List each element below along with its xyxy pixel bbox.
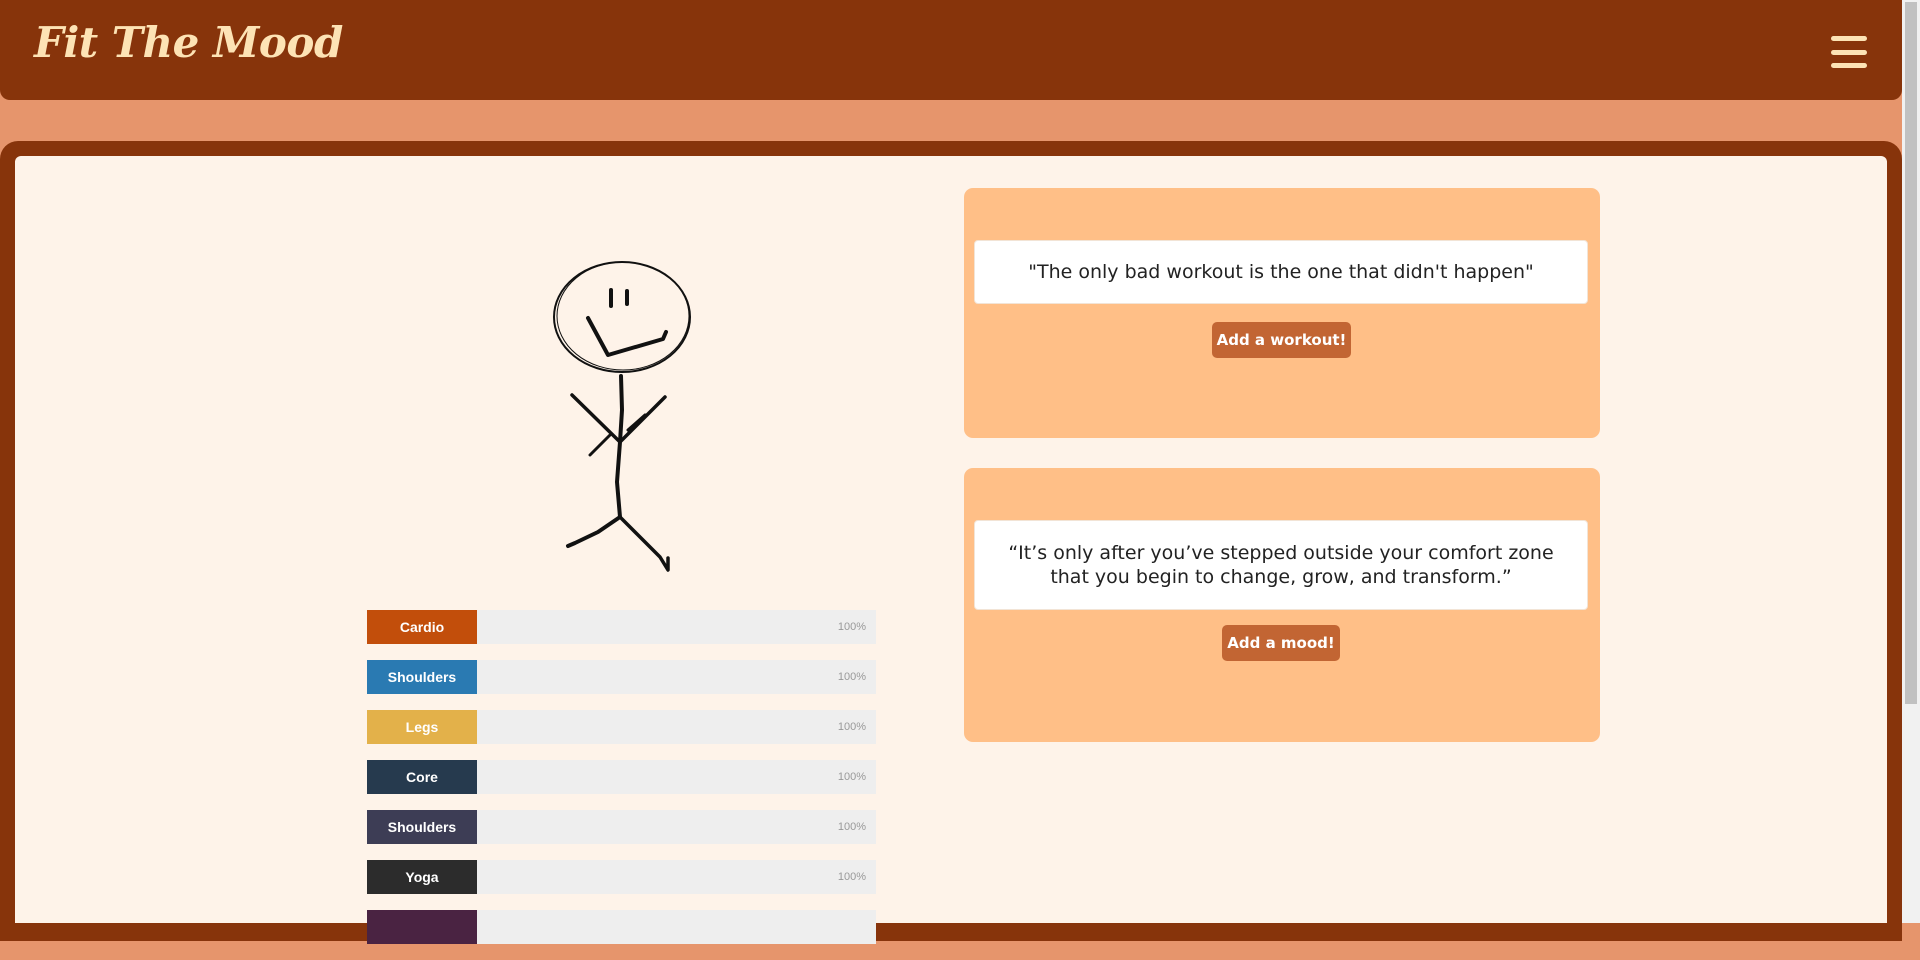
mood-card: “It’s only after you’ve stepped outside … (964, 468, 1600, 742)
add-mood-button[interactable]: Add a mood! (1222, 625, 1340, 661)
skill-label: Yoga (367, 860, 477, 894)
skill-label (367, 910, 477, 944)
add-workout-button[interactable]: Add a workout! (1212, 322, 1351, 358)
workout-quote: "The only bad workout is the one that di… (974, 240, 1588, 304)
page-scrollbar[interactable] (1902, 0, 1920, 923)
skill-label: Cardio (367, 610, 477, 644)
mood-quote: “It’s only after you’ve stepped outside … (974, 520, 1588, 610)
skill-label: Shoulders (367, 660, 477, 694)
skill-bar: Cardio 100% (367, 610, 876, 644)
skill-label: Shoulders (367, 810, 477, 844)
skill-label: Core (367, 760, 477, 794)
workout-card: "The only bad workout is the one that di… (964, 188, 1600, 438)
skill-bar: Shoulders 100% (367, 810, 876, 844)
skill-percent: 100% (837, 721, 866, 733)
skill-bar: Legs 100% (367, 710, 876, 744)
brand-logo[interactable]: Fit The Mood (34, 18, 343, 67)
skill-percent: 100% (837, 871, 866, 883)
skill-label: Legs (367, 710, 477, 744)
skill-bar: Yoga 100% (367, 860, 876, 894)
skill-percent: 100% (837, 821, 866, 833)
skill-bar: Core 100% (367, 760, 876, 794)
hamburger-menu-icon[interactable] (1831, 36, 1867, 68)
skill-percent: 100% (837, 621, 866, 633)
hamburger-bar (1831, 36, 1867, 41)
skill-percent: 100% (837, 771, 866, 783)
top-navbar: Fit The Mood (0, 0, 1902, 100)
hamburger-bar (1831, 63, 1867, 68)
skill-bar: Shoulders 100% (367, 660, 876, 694)
skill-percent: 100% (837, 671, 866, 683)
hamburger-bar (1831, 49, 1867, 55)
scrollbar-thumb[interactable] (1905, 2, 1917, 704)
main-content (15, 156, 1887, 923)
stick-figure-illustration (553, 261, 691, 572)
skill-bar (367, 910, 876, 944)
skills-list: Cardio 100% Shoulders 100% Legs 100% Cor… (367, 610, 876, 960)
